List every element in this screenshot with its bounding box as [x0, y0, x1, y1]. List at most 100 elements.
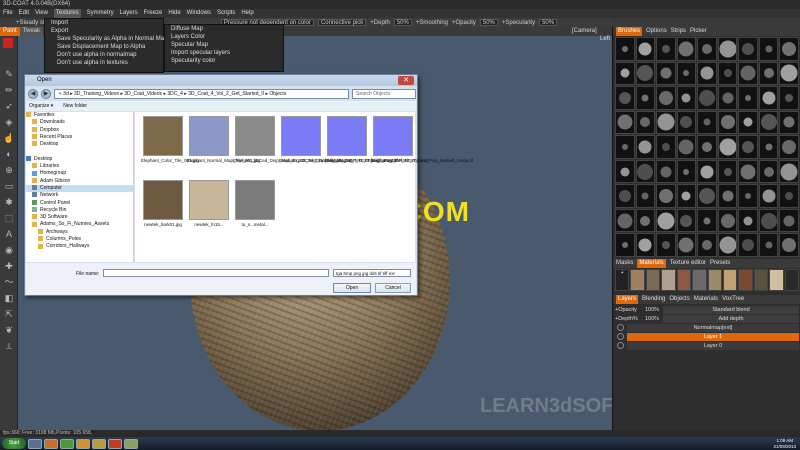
- material-swatch[interactable]: [784, 269, 800, 291]
- material-swatch[interactable]: [722, 269, 738, 291]
- brush-swatch[interactable]: [615, 110, 635, 135]
- brush-swatch[interactable]: [779, 208, 799, 233]
- text-tool-icon[interactable]: A: [3, 228, 15, 240]
- file-item[interactable]: newtek_fri15...: [187, 180, 231, 227]
- opacity-value[interactable]: 50%: [479, 19, 498, 26]
- curve-tool-icon[interactable]: 〜: [3, 276, 15, 288]
- brush-swatch[interactable]: [615, 159, 635, 184]
- file-item[interactable]: Elephant_3DCed_Disp_Map_Export_Test_Defa…: [279, 116, 398, 163]
- app-icon[interactable]: [60, 438, 74, 449]
- transform-tool-icon[interactable]: ⇱: [3, 308, 15, 320]
- tab-materials[interactable]: Materials: [637, 259, 666, 268]
- menu-item-alpha-textures[interactable]: Don't use alpha in textures: [45, 59, 163, 67]
- clone-tool-icon[interactable]: ⊕: [3, 164, 15, 176]
- brush-swatch[interactable]: [676, 208, 697, 233]
- brush-swatch[interactable]: [656, 208, 676, 233]
- brush-swatch[interactable]: [738, 86, 758, 110]
- nav-recent-places[interactable]: Recent Places: [26, 134, 133, 141]
- folder-icon[interactable]: [92, 438, 106, 449]
- brush-swatch[interactable]: [758, 135, 779, 159]
- brush-swatch[interactable]: [758, 184, 779, 208]
- brush-swatch[interactable]: [676, 86, 697, 110]
- material-swatch[interactable]: [645, 269, 661, 291]
- visibility-eye-icon[interactable]: [617, 324, 624, 331]
- layer-row-layer1[interactable]: Layer 1: [627, 333, 799, 341]
- tab-picker[interactable]: Picker: [690, 27, 707, 36]
- brush-swatch[interactable]: [738, 159, 758, 184]
- material-swatch[interactable]: [707, 269, 722, 291]
- camera-label[interactable]: [Camera]: [572, 28, 597, 34]
- new-folder-button[interactable]: New folder: [63, 101, 87, 111]
- nav-user[interactable]: Adam Gibson: [26, 178, 133, 185]
- brush-swatch[interactable]: [656, 37, 676, 61]
- depth-mode-select[interactable]: Add depth: [663, 315, 799, 323]
- menu-help[interactable]: Help: [241, 9, 253, 18]
- brush-swatch[interactable]: [697, 233, 717, 257]
- nav-libraries[interactable]: Libraries: [26, 163, 133, 170]
- nav-3d-software[interactable]: 3D Software: [26, 214, 133, 221]
- color-swatch[interactable]: [3, 38, 13, 48]
- nav-recycle-bin[interactable]: Recycle Bin: [26, 207, 133, 214]
- nav-columns[interactable]: Columns_Poles: [26, 236, 133, 243]
- menu-windows[interactable]: Windows: [187, 9, 211, 18]
- nav-control-panel[interactable]: Control Panel: [26, 200, 133, 207]
- brush-swatch[interactable]: [779, 110, 799, 135]
- brush-swatch[interactable]: [697, 37, 717, 61]
- brush-swatch[interactable]: [676, 110, 697, 135]
- brush-swatch[interactable]: [676, 184, 697, 208]
- brush-swatch[interactable]: [779, 233, 799, 257]
- brush-swatch[interactable]: [738, 110, 758, 135]
- layer-row-layer0[interactable]: Layer 0: [627, 342, 799, 350]
- eye-tool-icon[interactable]: ◉: [3, 244, 15, 256]
- pencil-tool-icon[interactable]: ✏: [3, 84, 15, 96]
- nav-corridors[interactable]: Corridors_Hallways: [26, 243, 133, 250]
- nav-computer[interactable]: Computer: [26, 184, 133, 193]
- tab-options[interactable]: Options: [646, 27, 667, 36]
- tab-blending[interactable]: Blending: [642, 295, 665, 304]
- cancel-button[interactable]: Cancel: [375, 283, 411, 293]
- material-swatch[interactable]: [738, 269, 753, 291]
- file-item[interactable]: Elephant_DISP_TEST_Low_Poly_Default_nmap…: [371, 116, 473, 163]
- brush-swatch[interactable]: [717, 135, 738, 159]
- nav-homegroup[interactable]: Homegroup: [26, 170, 133, 177]
- brush-swatch[interactable]: [758, 86, 779, 110]
- smudge-tool-icon[interactable]: ☝: [3, 132, 15, 144]
- brush-swatch[interactable]: [676, 135, 697, 159]
- file-item[interactable]: Elephant_Normal_Map_Tile_001.jpg: [187, 116, 260, 163]
- menu-scripts[interactable]: Scripts: [217, 9, 235, 18]
- brush-swatch[interactable]: [697, 86, 717, 110]
- brush-swatch[interactable]: [635, 61, 656, 86]
- brush-swatch[interactable]: [758, 233, 779, 257]
- brush-swatch[interactable]: [635, 208, 656, 233]
- brush-swatch[interactable]: [615, 86, 635, 110]
- submenu-diffuse-map[interactable]: Diffuse Map: [165, 25, 283, 33]
- start-button[interactable]: Start: [2, 438, 26, 449]
- 3dcoat-icon[interactable]: [124, 438, 138, 449]
- file-list[interactable]: Elephant_Color_Tile_001.jpg Elephant_Nor…: [135, 112, 473, 262]
- menu-item-save-specularity[interactable]: Save Specularity as Alpha in Normal Map: [45, 35, 167, 43]
- brush-swatch[interactable]: [656, 135, 676, 159]
- material-swatch[interactable]: [630, 269, 645, 291]
- brush-swatch[interactable]: [758, 110, 779, 135]
- brush-swatch[interactable]: [717, 208, 738, 233]
- filetype-select[interactable]: tga bmp png jpg dds tif tiff exr: [333, 269, 411, 277]
- material-swatch[interactable]: [661, 269, 676, 291]
- tab-strips[interactable]: Strips: [671, 27, 686, 36]
- tab-presets[interactable]: Presets: [710, 259, 730, 268]
- tab-brushes[interactable]: Brushes: [616, 27, 643, 36]
- material-swatch[interactable]: [769, 269, 784, 291]
- nav-favorites[interactable]: Favorites: [26, 112, 133, 119]
- brush-tool-icon[interactable]: ✎: [3, 68, 15, 80]
- forward-icon[interactable]: ▶: [41, 89, 51, 99]
- brush-swatch[interactable]: [697, 208, 717, 233]
- brush-swatch[interactable]: [717, 184, 738, 208]
- brush-swatch[interactable]: [676, 233, 697, 257]
- tab-layers[interactable]: Layers: [616, 295, 639, 304]
- blend-mode-select[interactable]: Standard blend: [663, 306, 799, 314]
- menu-item-export[interactable]: Export: [45, 27, 163, 35]
- brush-swatch[interactable]: [738, 233, 758, 257]
- app-icon[interactable]: [76, 438, 90, 449]
- new-material-button[interactable]: +: [615, 269, 630, 291]
- menu-textures[interactable]: Textures: [53, 9, 81, 18]
- butterfly-tool-icon[interactable]: ❦: [3, 324, 15, 336]
